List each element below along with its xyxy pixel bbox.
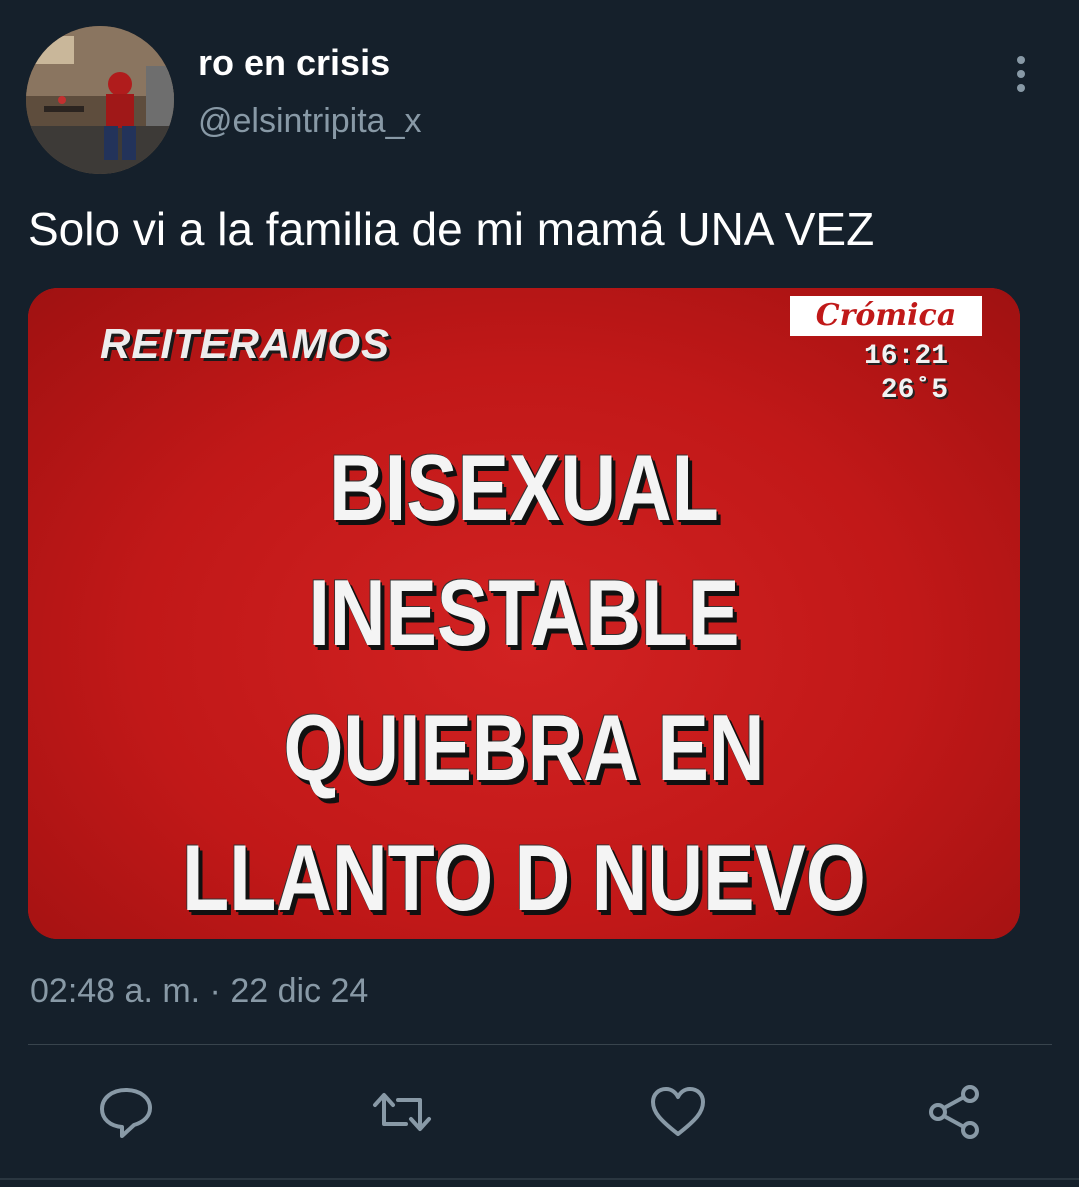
avatar[interactable] xyxy=(26,26,174,174)
divider xyxy=(28,1044,1052,1045)
tweet-text: Solo vi a la familia de mi mamá UNA VEZ xyxy=(28,203,875,255)
media-headline-line-1: BISEXUAL xyxy=(329,435,719,540)
avatar-image xyxy=(26,26,174,174)
share-button[interactable] xyxy=(924,1082,984,1142)
retweet-button[interactable] xyxy=(372,1082,432,1142)
user-handle[interactable]: @elsintripita_x xyxy=(198,102,422,141)
media-headline-line-4: LLANTO D NUEVO xyxy=(182,825,866,930)
reply-button[interactable] xyxy=(96,1082,156,1142)
media-headline-line-3: QUIEBRA EN xyxy=(283,695,765,800)
tweet-media-image[interactable]: REITERAMOS Crómica 16:21 26˚5 BISEXUAL I… xyxy=(28,288,1020,939)
retweet-icon xyxy=(373,1093,431,1131)
more-options-icon[interactable] xyxy=(1004,56,1038,96)
display-name[interactable]: ro en crisis xyxy=(198,42,390,84)
like-icon xyxy=(651,1087,705,1136)
media-kicker: REITERAMOS xyxy=(100,320,391,367)
media-clock-temp: 26˚5 xyxy=(880,375,948,406)
media-clock: 16:21 26˚5 xyxy=(818,340,948,408)
media-clock-time: 16:21 xyxy=(863,341,948,372)
share-icon xyxy=(929,1085,979,1139)
tweet-timestamp[interactable]: 02:48 a. m. · 22 dic 24 xyxy=(30,972,368,1011)
like-button[interactable] xyxy=(648,1082,708,1142)
reply-icon xyxy=(100,1088,152,1138)
media-brand-logo: Crómica xyxy=(790,296,982,336)
media-headline-line-2: INESTABLE xyxy=(308,560,740,665)
bottom-divider xyxy=(0,1178,1079,1180)
